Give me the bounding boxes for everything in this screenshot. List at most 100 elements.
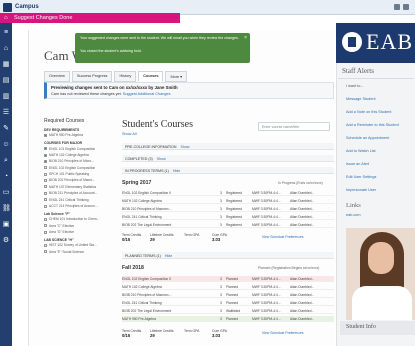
schedule-preferences-link[interactable]: View Schedule Preferences — [262, 331, 304, 335]
suggest-changes-link[interactable]: Suggest Additional Changes — [123, 92, 171, 96]
schedule-appointment-link[interactable]: Schedule an Appointment — [346, 136, 389, 140]
pre-college-toggle[interactable]: Show — [180, 145, 189, 149]
course-row[interactable]: MATH 102 College Algebra 3 Planned MWF 3:30… — [122, 284, 334, 290]
app-logo[interactable] — [3, 3, 12, 12]
edit-user-settings-link[interactable]: Edit User Settings — [346, 175, 376, 179]
student-info-header[interactable]: Student Info — [340, 321, 415, 335]
course-status: Planned — [226, 285, 239, 289]
course-time: MWF 3:30PM-4:4... — [252, 309, 281, 313]
course-instructor: Allan Dumbled... — [290, 191, 315, 195]
show-all-link[interactable]: Show All — [122, 132, 334, 136]
tab-overview[interactable]: Overview — [44, 71, 70, 82]
course-row[interactable]: MATH 950 Pre-Algebra 3 Planned MWF 3:30PM-4… — [122, 316, 334, 322]
req-row[interactable]: Area "D" Elective — [44, 229, 106, 235]
course-status: Planned — [226, 301, 239, 305]
add-reminder-link[interactable]: Add a Reminder to this Student — [346, 123, 399, 127]
course-time: MWF 3:30PM-4:4... — [252, 191, 281, 195]
course-row[interactable]: ENGL 102 English Composition II 3 Planned M… — [122, 276, 334, 282]
home-nav-icon[interactable]: ⌂ — [2, 45, 10, 53]
tab-more[interactable]: More ▾ — [165, 71, 188, 82]
impersonate-user-link[interactable]: Impersonate User — [346, 188, 376, 192]
schedule-preferences-link[interactable]: View Schedule Preferences — [262, 235, 304, 239]
check-icon — [44, 204, 47, 208]
req-row[interactable]: MATH 950 Pre-Algebra — [44, 132, 106, 138]
in-progress-toggle[interactable]: Hide — [173, 169, 180, 173]
course-name: ENGL 102 English Composition II — [122, 277, 171, 281]
course-name: ENGL 102 English Composition II — [122, 191, 171, 195]
course-status: Registered — [226, 207, 242, 211]
course-status: Registered — [226, 199, 242, 203]
planned-toggle[interactable]: Hide — [165, 254, 172, 258]
menu-icon[interactable]: ≡ — [2, 29, 10, 37]
calendar-icon[interactable]: ▤ — [2, 77, 10, 85]
term-credits-value: 0/15 — [122, 333, 131, 338]
folder-icon[interactable]: ▭ — [2, 189, 10, 197]
message-student-link[interactable]: Message Student — [346, 97, 376, 101]
close-icon[interactable]: × — [244, 35, 247, 41]
course-search-input[interactable]: Enter course name/title — [258, 122, 330, 131]
i-want-to-label: I want to... — [346, 84, 364, 88]
user-icon[interactable] — [403, 4, 409, 10]
pin-icon[interactable]: ✎ — [2, 125, 10, 133]
course-credits: 3 — [220, 223, 222, 227]
course-row[interactable]: BIOB 210 Principles of Macroec... 3 Planne… — [122, 292, 334, 298]
course-row[interactable]: BIOB 210 Principles of Macroec... 3 Regist… — [122, 206, 334, 212]
course-credits: 3 — [220, 215, 222, 219]
issue-alert-link[interactable]: Issue an Alert — [346, 162, 369, 166]
dashboard-icon[interactable]: ▣ — [2, 221, 10, 229]
planned-strip: PLANNED TERMS (1) Hide — [122, 252, 334, 259]
course-instructor: Allan Dumbled... — [290, 285, 315, 289]
course-name: BIOB 202 The Legal Environment — [122, 309, 172, 313]
tab-success-progress[interactable]: Success Progress — [71, 71, 113, 82]
student-photo — [346, 228, 415, 320]
course-status: Planned — [226, 277, 239, 281]
course-row[interactable]: ENGL 241 Critical Thinking 3 Registered MWF… — [122, 214, 334, 220]
add-note-link[interactable]: Add a Note on this Student — [346, 110, 391, 114]
check-icon — [44, 230, 47, 234]
list-icon[interactable]: ☰ — [2, 109, 10, 117]
brand-text: EAB — [366, 29, 413, 54]
course-credits: 3 — [220, 277, 222, 281]
completed-toggle[interactable]: Show — [157, 157, 166, 161]
course-instructor: Allan Dumbled... — [290, 207, 315, 211]
tab-courses[interactable]: Courses — [138, 71, 164, 82]
course-name: MATH 102 College Algebra — [122, 285, 162, 289]
course-row[interactable]: MATH 102 College Algebra 3 Registered MWF 3… — [122, 198, 334, 204]
people-icon[interactable]: ☺ — [2, 141, 10, 149]
building-icon[interactable]: ▦ — [2, 61, 10, 69]
in-progress-strip: IN PROGRESS TERMS (1) Hide — [122, 167, 334, 174]
term-credits-value: 0/15 — [122, 237, 131, 242]
course-credits: 3 — [220, 309, 222, 313]
help-icon[interactable] — [394, 4, 400, 10]
links-icon[interactable]: ⛓ — [2, 205, 11, 213]
course-credits: 3 — [220, 293, 222, 297]
course-status: Planned — [226, 293, 239, 297]
req-row[interactable]: ACCT 214 Principles of Accoun... — [44, 203, 106, 209]
course-name: MATH 102 College Algebra — [122, 199, 162, 203]
breadcrumb-label: Suggest Changes Done — [14, 15, 73, 21]
check-icon — [44, 217, 47, 221]
course-name: BIOB 210 Principles of Macroec... — [122, 207, 172, 211]
app-name: Campus — [15, 4, 39, 10]
success-toast: × Your suggested changes were sent to th… — [75, 33, 250, 63]
eab-link[interactable]: eab.com — [346, 213, 361, 217]
course-row[interactable]: BIOB 202 The Legal Environment 3 Waitliste… — [122, 308, 334, 314]
req-row[interactable]: Area "E" Social Science — [44, 249, 106, 255]
course-credits: 3 — [220, 207, 222, 211]
course-row[interactable]: ENGL 241 Critical Thinking 3 Planned MWF 3:… — [122, 300, 334, 306]
course-row[interactable]: ENGL 102 English Composition II 3 Register… — [122, 190, 334, 196]
course-row[interactable]: BIOB 202 The Legal Environment 3 Registere… — [122, 222, 334, 228]
toast-line-1: Your suggested changes were sent to the … — [80, 36, 239, 40]
add-watch-list-link[interactable]: Add to Watch List — [346, 149, 376, 153]
chart-icon[interactable]: ◔ — [2, 173, 10, 181]
course-status: Registered — [226, 223, 242, 227]
settings-icon[interactable]: ⚙ — [2, 237, 10, 245]
reports-icon[interactable]: ▥ — [2, 93, 10, 101]
course-instructor: Allan Dumbled... — [290, 223, 315, 227]
check-icon — [44, 179, 47, 183]
search-nav-icon[interactable]: ⌕ — [2, 157, 10, 165]
check-icon — [44, 250, 47, 254]
tab-history[interactable]: History — [114, 71, 137, 82]
check-icon — [44, 159, 47, 163]
home-icon[interactable]: ⌂ — [4, 15, 10, 21]
